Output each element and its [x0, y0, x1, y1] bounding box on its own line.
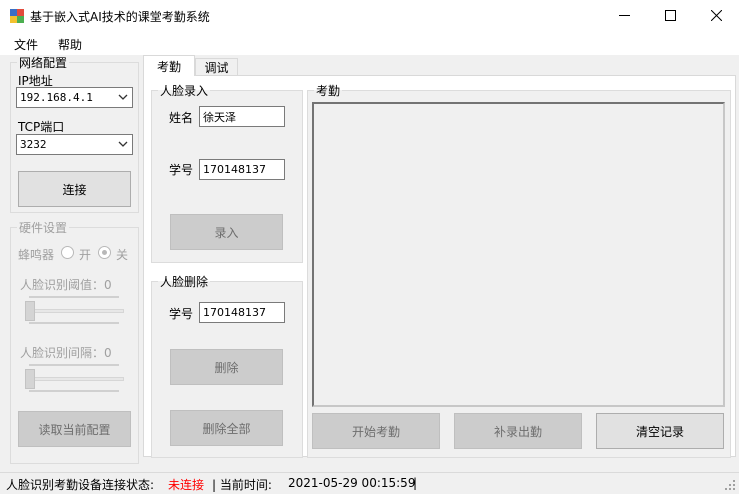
buzzer-on-radio[interactable]	[61, 246, 74, 259]
attendance-list[interactable]	[312, 102, 725, 407]
chevron-down-icon[interactable]	[118, 92, 128, 102]
enroll-id-input[interactable]: 170148137	[199, 159, 285, 180]
chevron-down-icon[interactable]	[118, 139, 128, 149]
network-config-label: 网络配置	[19, 56, 68, 70]
interval-slider-track[interactable]	[25, 377, 124, 381]
port-combobox[interactable]: 3232	[16, 134, 133, 155]
interval-tick-top	[29, 364, 119, 366]
name-label: 姓名	[169, 111, 194, 125]
delete-all-button[interactable]: 删除全部	[170, 410, 283, 446]
tab-attendance[interactable]: 考勤	[143, 55, 195, 76]
maximize-button[interactable]	[647, 0, 693, 31]
face-enroll-label: 人脸录入	[160, 84, 209, 98]
menu-file[interactable]: 文件	[14, 36, 38, 53]
close-button[interactable]	[693, 0, 739, 31]
close-icon	[710, 10, 722, 21]
interval-tick-bottom	[29, 390, 119, 392]
current-time-label: | 当前时间:	[212, 478, 272, 492]
delete-id-label: 学号	[169, 307, 194, 321]
resize-grip-icon[interactable]	[724, 479, 736, 491]
ip-value: 192.168.4.1	[20, 91, 93, 104]
threshold-slider-track[interactable]	[25, 309, 124, 313]
threshold-label: 人脸识别阈值：0	[20, 278, 112, 292]
hardware-settings-label: 硬件设置	[19, 221, 68, 235]
port-value: 3232	[20, 138, 47, 151]
buzzer-off-radio[interactable]	[98, 246, 111, 259]
start-attendance-button[interactable]: 开始考勤	[312, 413, 440, 449]
buzzer-on-label: 开	[79, 248, 92, 262]
menu-help[interactable]: 帮助	[58, 36, 82, 53]
face-delete-label: 人脸删除	[160, 275, 209, 289]
app-icon	[10, 9, 24, 23]
threshold-slider-thumb[interactable]	[25, 301, 35, 321]
threshold-tick-bottom	[29, 322, 119, 324]
interval-label: 人脸识别间隔：0	[20, 346, 112, 360]
delete-button[interactable]: 删除	[170, 349, 283, 385]
window-title: 基于嵌入式AI技术的课堂考勤系统	[30, 10, 210, 24]
status-separator: |	[413, 476, 418, 490]
buzzer-off-label: 关	[116, 248, 129, 262]
read-config-button[interactable]: 读取当前配置	[18, 411, 131, 447]
attendance-label: 考勤	[316, 84, 341, 98]
enroll-id-label: 学号	[169, 163, 194, 177]
makeup-attendance-button[interactable]: 补录出勤	[454, 413, 582, 449]
connect-button[interactable]: 连接	[18, 171, 131, 207]
minimize-button[interactable]	[601, 0, 647, 31]
delete-id-input[interactable]: 170148137	[199, 302, 285, 323]
minimize-icon	[618, 15, 630, 16]
threshold-tick-top	[29, 296, 119, 298]
ip-combobox[interactable]: 192.168.4.1	[16, 87, 133, 108]
port-label: TCP端口	[18, 120, 65, 134]
interval-slider-thumb[interactable]	[25, 369, 35, 389]
connection-status-label: 人脸识别考勤设备连接状态:	[6, 478, 155, 492]
name-input[interactable]: 徐天泽	[199, 106, 285, 127]
maximize-icon	[664, 10, 676, 21]
connection-status-value: 未连接	[168, 478, 205, 492]
current-time-value: 2021-05-29 00:15:59	[288, 476, 416, 490]
clear-records-button[interactable]: 清空记录	[596, 413, 724, 449]
enroll-button[interactable]: 录入	[170, 214, 283, 250]
menu-bar	[0, 31, 739, 55]
buzzer-label: 蜂鸣器	[18, 248, 55, 262]
tab-debug[interactable]: 调试	[195, 58, 238, 76]
